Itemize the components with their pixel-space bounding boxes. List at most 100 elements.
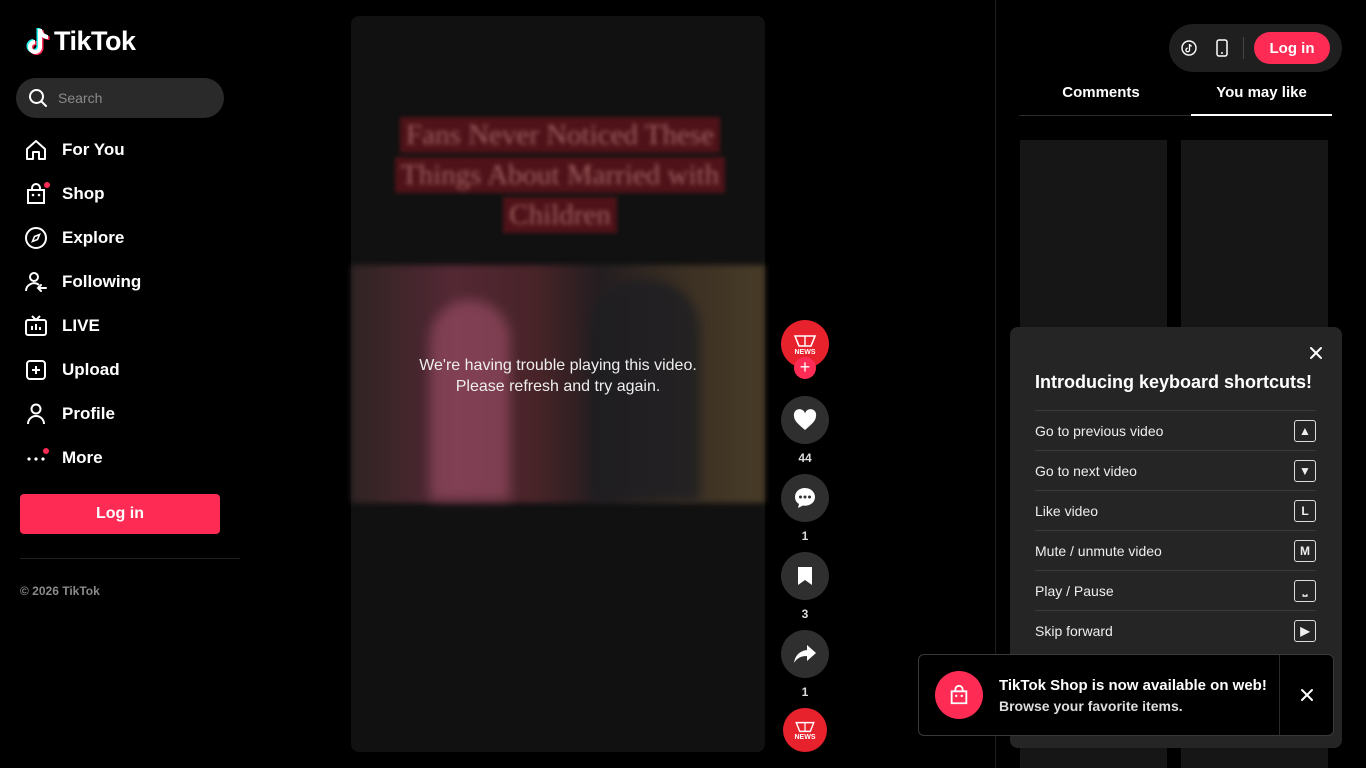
shop-bag-icon	[24, 182, 50, 206]
profile-icon	[24, 402, 48, 426]
toast-close-button[interactable]	[1279, 655, 1333, 735]
news-logo-icon	[795, 721, 815, 732]
shortcut-row: Go to previous video ▲	[1035, 410, 1316, 450]
like-count: 44	[798, 451, 812, 465]
shortcuts-list: Go to previous video ▲ Go to next video ▼ …	[1035, 410, 1316, 650]
tiktok-app-icon[interactable]	[1181, 40, 1197, 56]
home-icon	[24, 138, 48, 162]
news-logo-icon	[793, 334, 817, 347]
follow-button[interactable]: +	[794, 357, 816, 379]
close-icon	[1300, 689, 1313, 701]
share-count: 1	[801, 685, 809, 699]
sidebar-item-more[interactable]: More	[20, 436, 230, 480]
shop-bag-icon	[935, 671, 983, 719]
tab-comments[interactable]: Comments	[1019, 84, 1183, 116]
notification-dot	[43, 448, 49, 454]
comment-button[interactable]	[781, 474, 829, 522]
logo-text: TikTok	[54, 26, 136, 56]
key-m-icon: M	[1294, 539, 1316, 562]
compass-icon	[24, 226, 48, 250]
sidebar-divider	[20, 558, 240, 559]
save-count: 3	[801, 607, 809, 621]
shortcut-row: Go to next video ▼	[1035, 450, 1316, 490]
sidebar-item-shop[interactable]: Shop	[20, 172, 230, 216]
sidebar-item-for-you[interactable]: For You	[20, 128, 230, 172]
sidebar-item-label: Profile	[62, 404, 115, 423]
key-up-icon: ▲	[1294, 419, 1316, 442]
overlay-title-line: Fans Never Noticed These	[400, 117, 720, 153]
sidebar-item-label: More	[62, 448, 103, 467]
search-box[interactable]	[16, 78, 224, 118]
more-dots-icon	[24, 446, 49, 470]
shortcut-row: Like video L	[1035, 490, 1316, 530]
sidebar-item-explore[interactable]: Explore	[20, 216, 230, 260]
recommended-video-thumbnail[interactable]	[1020, 140, 1167, 330]
copyright-text: © 2026 TikTok	[20, 584, 100, 598]
header-login-button[interactable]: Log in	[1254, 32, 1330, 64]
sidebar-item-upload[interactable]: Upload	[20, 348, 230, 392]
following-user-icon	[24, 270, 48, 294]
music-disc-avatar[interactable]: NEWS	[783, 708, 827, 752]
search-icon	[29, 89, 47, 107]
error-line: We're having trouble playing this video.	[419, 357, 697, 374]
heart-icon	[793, 409, 817, 430]
sidebar-item-following[interactable]: Following	[20, 260, 230, 304]
toast-subtitle: Browse your favorite items.	[999, 697, 1183, 714]
comment-bubble-icon	[795, 488, 815, 508]
sidebar-nav: For You Shop Explore Following LIVE Uplo…	[20, 128, 230, 480]
shortcut-row: Mute / unmute video M	[1035, 530, 1316, 570]
header-separator	[1243, 37, 1244, 59]
shortcut-label: Skip forward	[1035, 622, 1113, 639]
sidebar-item-live[interactable]: LIVE	[20, 304, 230, 348]
sidebar-item-label: LIVE	[62, 316, 100, 335]
tiktok-note-icon	[26, 27, 50, 55]
notification-dot	[44, 182, 50, 188]
sidebar-item-label: For You	[62, 140, 125, 159]
shortcuts-title: Introducing keyboard shortcuts!	[1035, 372, 1313, 392]
tiktok-logo[interactable]: TikTok	[24, 26, 136, 57]
key-space-icon: ⎵	[1294, 579, 1316, 602]
comment-count: 1	[801, 529, 809, 543]
avatar-label: NEWS	[794, 733, 816, 741]
shortcut-row: Play / Pause ⎵	[1035, 570, 1316, 610]
tab-you-may-like[interactable]: You may like	[1191, 84, 1332, 116]
key-right-icon: ▶	[1294, 619, 1316, 642]
upload-plus-icon	[24, 358, 48, 382]
close-shortcuts-button[interactable]	[1306, 343, 1326, 363]
search-input[interactable]	[58, 90, 208, 106]
video-overlay-title: Fans Never Noticed These Things About Ma…	[360, 115, 760, 235]
mobile-device-icon[interactable]	[1215, 39, 1229, 57]
overlay-title-line: Things About Married with	[394, 157, 726, 193]
shortcut-label: Like video	[1035, 502, 1099, 519]
key-down-icon: ▼	[1294, 459, 1316, 482]
live-tv-icon	[24, 314, 48, 338]
key-l-icon: L	[1294, 499, 1316, 522]
close-icon	[1310, 347, 1322, 359]
sidebar-item-label: Following	[62, 272, 142, 291]
shortcut-label: Go to previous video	[1035, 422, 1164, 439]
overlay-title-line: Children	[503, 197, 617, 233]
save-button[interactable]	[781, 552, 829, 600]
share-arrow-icon	[794, 645, 816, 663]
video-error-message: We're having trouble playing this video.…	[351, 355, 765, 397]
toast-title: TikTok Shop is now available on web!	[999, 676, 1267, 694]
shortcut-label: Play / Pause	[1035, 582, 1114, 599]
shortcut-label: Go to next video	[1035, 462, 1137, 479]
sidebar-item-label: Explore	[62, 228, 125, 247]
like-button[interactable]	[781, 396, 829, 444]
share-button[interactable]	[781, 630, 829, 678]
header-actions: Log in	[1169, 24, 1342, 72]
shortcut-label: Mute / unmute video	[1035, 542, 1162, 559]
toast-text: TikTok Shop is now available on web! Bro…	[999, 677, 1279, 714]
tab-active-indicator	[1191, 114, 1332, 116]
video-figure-blur	[430, 300, 510, 500]
error-line: Please refresh and try again.	[455, 378, 661, 395]
recommended-video-thumbnail[interactable]	[1181, 140, 1328, 330]
sidebar-item-profile[interactable]: Profile	[20, 392, 230, 436]
shop-toast: TikTok Shop is now available on web! Bro…	[918, 654, 1334, 736]
sidebar-item-label: Shop	[62, 184, 105, 203]
sidebar-login-button[interactable]: Log in	[20, 494, 220, 534]
avatar-label: NEWS	[794, 348, 816, 356]
bookmark-icon	[798, 567, 812, 585]
sidebar-item-label: Upload	[62, 360, 120, 379]
